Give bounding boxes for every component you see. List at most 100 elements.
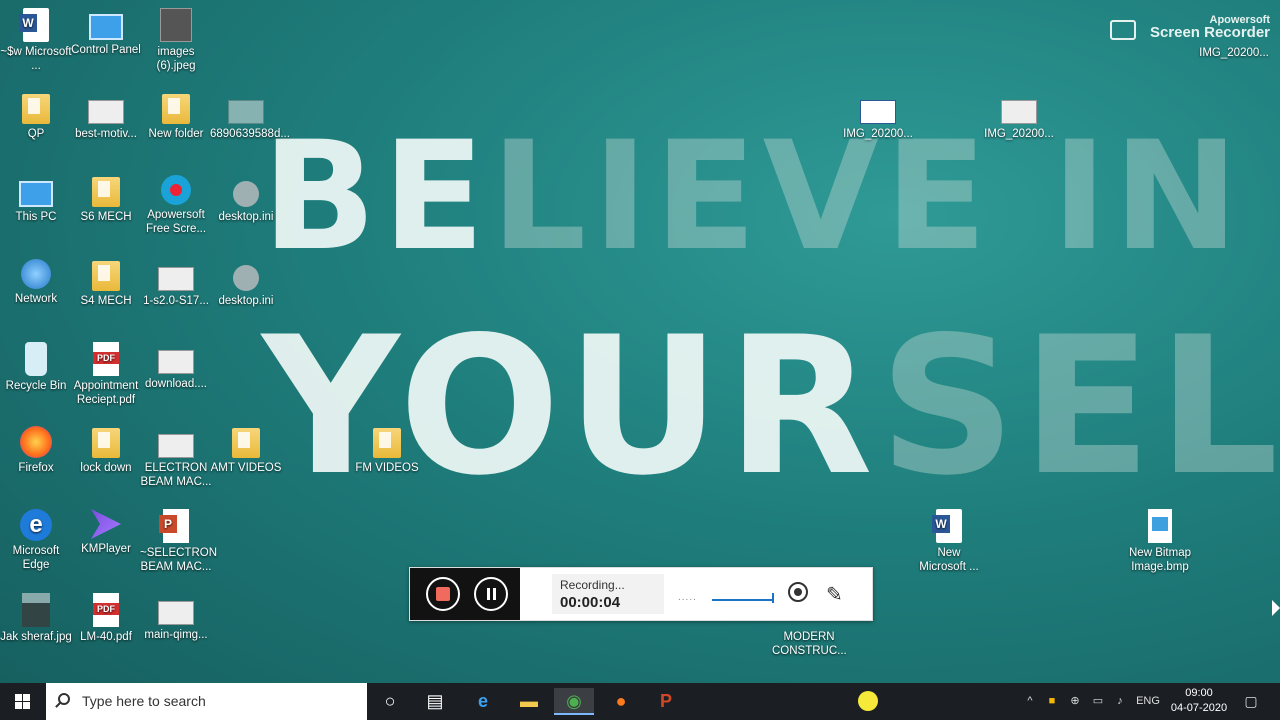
folder-icon: [373, 428, 401, 458]
desktop-icon-control-panel[interactable]: Control Panel: [70, 8, 142, 57]
desktop-icon-desktop-ini-2[interactable]: desktop.ini: [210, 259, 282, 308]
icon-label: Firefox: [18, 462, 54, 474]
pen-icon[interactable]: ✎: [826, 582, 843, 607]
volume-icon[interactable]: ♪: [1111, 683, 1129, 720]
icon-label: 1-s2.0-S17...: [143, 295, 209, 307]
taskbar-clock[interactable]: 09:00 04-07-2020: [1163, 686, 1235, 716]
desktop-icon-download[interactable]: download....: [140, 342, 212, 391]
image-file-icon: [158, 434, 194, 458]
recycle-bin-icon: [25, 342, 47, 376]
desktop-icon-fm-videos[interactable]: FM VIDEOS: [351, 426, 423, 475]
desktop-icon-s2-file[interactable]: 1-s2.0-S17...: [140, 259, 212, 308]
desktop-icon-img-6890[interactable]: 6890639588d...: [210, 92, 290, 141]
desktop-icon-new-word[interactable]: New Microsoft ...: [913, 509, 985, 574]
image-file-icon: [228, 100, 264, 124]
kmplayer-icon: [91, 509, 121, 539]
recording-status-panel: Recording... 00:00:04: [552, 574, 664, 614]
desktop-icon-amt-videos[interactable]: AMT VIDEOS: [210, 426, 282, 475]
desktop-icon-qp[interactable]: QP: [0, 92, 72, 141]
image-file-icon: [158, 350, 194, 374]
firefox-icon: [20, 426, 52, 458]
desktop-icon-sw-doc[interactable]: ~$w Microsoft ...: [0, 8, 72, 73]
desktop-icon-edge[interactable]: e Microsoft Edge: [0, 509, 72, 572]
powerpoint-taskbar-icon[interactable]: P: [646, 688, 686, 715]
desktop-icon-img-corner[interactable]: IMG_20200...: [1194, 46, 1274, 60]
wallpaper-bright-part: BE: [262, 110, 491, 284]
desktop-icon-lm40[interactable]: LM-40.pdf: [70, 593, 142, 644]
icon-label: Recycle Bin: [5, 380, 67, 392]
desktop-icon-appointment[interactable]: Appointment Reciept.pdf: [70, 342, 142, 407]
desktop-icon-img-b[interactable]: IMG_20200...: [983, 92, 1055, 141]
battery-icon[interactable]: ▭: [1089, 683, 1107, 720]
photo-icon: [22, 593, 50, 627]
icon-label: S6 MECH: [80, 211, 132, 223]
firefox-taskbar-icon[interactable]: ●: [601, 688, 641, 715]
image-file-icon: [860, 100, 896, 124]
icon-label: Control Panel: [71, 44, 141, 56]
desktop-icon-lock-down[interactable]: lock down: [70, 426, 142, 475]
desktop-icon-main-qimg[interactable]: main-qimg...: [140, 593, 212, 642]
edge-taskbar-icon[interactable]: e: [463, 688, 503, 715]
desktop-icon-selectron[interactable]: ~SELECTRON BEAM MAC...: [140, 509, 217, 574]
wallpaper-dim-part: SELF: [878, 296, 1280, 517]
search-icon: [58, 693, 70, 705]
webcam-tray-icon[interactable]: ■: [1043, 683, 1061, 720]
desktop-icon-recycle-bin[interactable]: Recycle Bin: [0, 342, 72, 393]
desktop-icon-network[interactable]: Network: [0, 259, 72, 306]
scroll-arrow-icon: [1272, 600, 1280, 616]
image-file-icon: [158, 601, 194, 625]
recording-timer: 00:00:04: [560, 594, 621, 611]
desktop-icon-img-a[interactable]: IMG_20200...: [842, 92, 914, 141]
desktop-icon-electron[interactable]: ELECTRON BEAM MAC...: [140, 426, 212, 489]
icon-label: MODERN CONSTRUC...: [772, 631, 847, 657]
icon-label: Apowersoft Free Scre...: [145, 209, 207, 235]
windows-logo-icon: [15, 702, 22, 709]
recorder-app-icon: [161, 175, 191, 205]
webcam-icon[interactable]: [788, 582, 808, 602]
recording-toolbar: Recording... 00:00:04 ..... ✎: [409, 567, 873, 621]
notifications-icon[interactable]: ▢: [1240, 683, 1262, 720]
desktop-icon-firefox[interactable]: Firefox: [0, 426, 72, 475]
desktop-icon-kmplayer[interactable]: KMPlayer: [70, 509, 142, 556]
recorder-controls: [410, 568, 520, 620]
icon-label: Network: [14, 293, 58, 305]
task-view-icon[interactable]: ▤: [415, 688, 455, 715]
network-tray-icon[interactable]: ⊕: [1066, 683, 1084, 720]
start-button[interactable]: [0, 683, 46, 720]
language-indicator[interactable]: ENG: [1134, 683, 1162, 720]
desktop-icon-this-pc[interactable]: This PC: [0, 175, 72, 224]
pause-recording-button[interactable]: [474, 577, 508, 611]
cortana-icon[interactable]: ○: [370, 688, 410, 715]
search-input[interactable]: Type here to search: [82, 693, 206, 709]
icon-label: ~$w Microsoft ...: [0, 46, 72, 72]
control-panel-icon: [89, 14, 123, 40]
desktop-icon-jak-sheraf[interactable]: Jak sheraf.jpg: [0, 593, 72, 644]
desktop-icon-apowersoft[interactable]: Apowersoft Free Scre...: [140, 175, 212, 236]
icon-label: desktop.ini: [218, 295, 274, 307]
desktop-icon-best-motiv[interactable]: best-motiv...: [70, 92, 142, 141]
desktop-icon-images6[interactable]: images (6).jpeg: [140, 8, 212, 73]
chevron-up-icon[interactable]: ^: [1022, 683, 1038, 720]
stop-recording-button[interactable]: [426, 577, 460, 611]
cursor-highlight: [858, 691, 878, 711]
desktop-icon-s4-mech[interactable]: S4 MECH: [70, 259, 142, 308]
icon-label: lock down: [80, 462, 132, 474]
icon-label: IMG_20200...: [984, 128, 1054, 140]
volume-slider[interactable]: [712, 593, 774, 603]
icon-label: LM-40.pdf: [80, 631, 132, 643]
icon-label: download....: [144, 378, 207, 390]
chrome-icon[interactable]: ◉: [554, 688, 594, 715]
powerpoint-icon: [159, 509, 189, 543]
desktop-icon-s6-mech[interactable]: S6 MECH: [70, 175, 142, 224]
taskbar-search[interactable]: Type here to search: [46, 683, 367, 720]
icon-label: IMG_20200...: [1199, 47, 1269, 59]
desktop-icon-desktop-ini-1[interactable]: desktop.ini: [210, 175, 282, 224]
windows-logo-icon: [15, 694, 22, 701]
icon-label: New Bitmap Image.bmp: [1129, 547, 1191, 573]
icon-label: This PC: [15, 211, 57, 223]
file-explorer-icon[interactable]: ▬: [509, 688, 549, 715]
folder-icon: [162, 94, 190, 124]
desktop-icon-new-bitmap[interactable]: New Bitmap Image.bmp: [1124, 509, 1196, 574]
desktop-icon-new-folder[interactable]: New folder: [140, 92, 212, 141]
desktop-icon-modern[interactable]: MODERN CONSTRUC...: [772, 630, 847, 658]
